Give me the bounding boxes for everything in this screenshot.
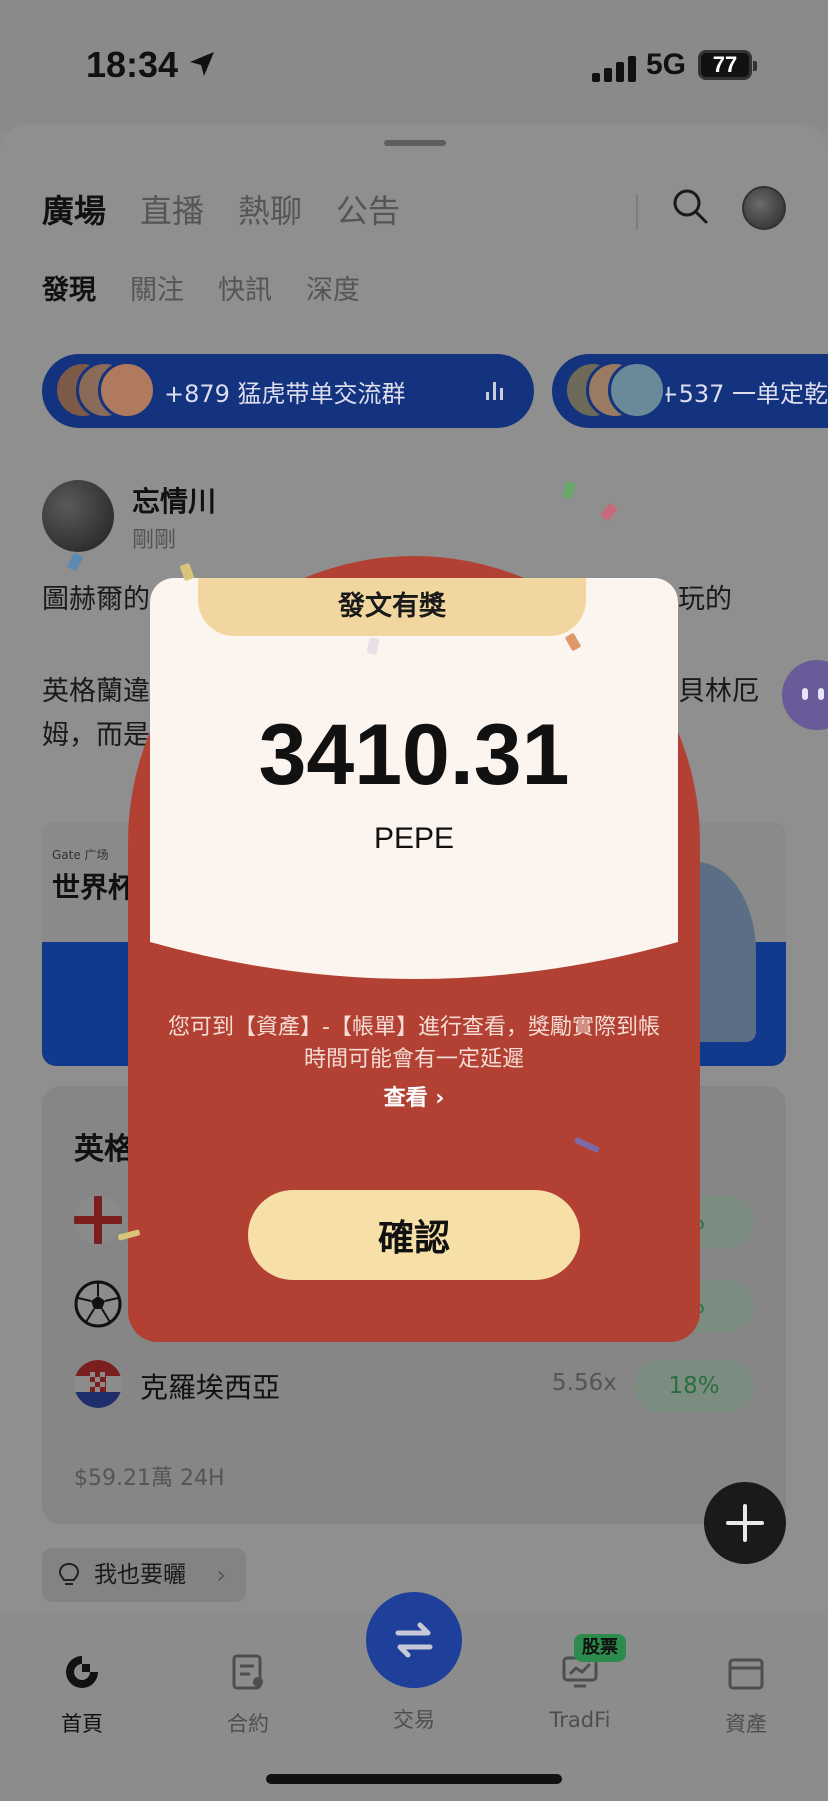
swap-arrows-icon bbox=[395, 1622, 433, 1658]
view-link[interactable]: 查看 › bbox=[128, 1080, 700, 1112]
reward-tab-title: 發文有獎 bbox=[198, 578, 586, 636]
nav-futures[interactable]: 合約 bbox=[188, 1652, 308, 1738]
market-row[interactable]: 克羅埃西亞 5.56x 18% bbox=[74, 1356, 764, 1416]
reward-unit: PEPE bbox=[373, 822, 455, 855]
market-option-name: 克羅埃西亞 bbox=[140, 1371, 281, 1404]
sub-tabs: 發現 關注 快訊 深度 bbox=[42, 268, 360, 307]
england-flag-icon bbox=[74, 1196, 122, 1244]
share-chip-label: 我也要曬 bbox=[94, 1562, 186, 1588]
home-logo-icon bbox=[66, 1656, 98, 1688]
reward-note: 您可到【資產】-【帳單】進行查看，獎勵實際到帳時間可能會有一定延遲 bbox=[168, 1015, 660, 1072]
nav-assets-label: 資產 bbox=[725, 1712, 767, 1736]
banner-brand: Gate 广场 bbox=[52, 848, 109, 862]
battery-icon: 77 bbox=[698, 50, 757, 80]
group-chat-label: +879 猛虎带单交流群 bbox=[164, 379, 406, 408]
market-volume: $59.21萬 24H bbox=[74, 1466, 225, 1491]
nav-home[interactable]: 首頁 bbox=[22, 1652, 142, 1738]
reward-card-curve bbox=[150, 886, 678, 979]
nav-tradfi[interactable]: TradFi bbox=[520, 1652, 640, 1732]
post-author-name[interactable]: 忘情川 bbox=[132, 480, 216, 520]
reward-modal: 發文有獎 3410.31 PEPE 您可到【資產】-【帳單】進行查看，獎勵實際到… bbox=[66, 480, 700, 1342]
create-post-button[interactable] bbox=[704, 1482, 786, 1564]
group-chat-label: +537 一单定乾 bbox=[658, 379, 828, 408]
lightbulb-icon bbox=[58, 1562, 80, 1585]
tab-plaza[interactable]: 廣場 bbox=[42, 186, 106, 232]
confirm-button[interactable]: 確認 bbox=[248, 1190, 580, 1280]
status-time: 18:34 bbox=[86, 44, 179, 85]
main-tabs: 廣場 直播 熱聊 公告 bbox=[42, 186, 400, 232]
header-divider bbox=[636, 194, 638, 230]
sheet-grabber[interactable] bbox=[384, 140, 446, 146]
group-member-avatars bbox=[564, 361, 666, 421]
nav-futures-label: 合約 bbox=[227, 1712, 269, 1736]
banner-title: 世界杯 bbox=[52, 871, 137, 904]
post-author-avatar[interactable] bbox=[42, 480, 114, 552]
home-indicator bbox=[266, 1774, 562, 1784]
status-bar: 18:34 5G 77 bbox=[0, 0, 828, 130]
market-title: 英格 bbox=[74, 1132, 134, 1167]
network-label: 5G bbox=[646, 48, 687, 81]
audio-wave-icon bbox=[486, 378, 504, 404]
share-chip[interactable]: 我也要曬 › bbox=[42, 1548, 246, 1602]
group-chat-pill[interactable]: +879 猛虎带单交流群 bbox=[42, 354, 534, 428]
nav-home-label: 首頁 bbox=[61, 1712, 103, 1736]
croatia-flag-icon bbox=[74, 1360, 122, 1408]
market-odds: 5.56x bbox=[552, 1370, 617, 1396]
tab-following[interactable]: 關注 bbox=[130, 268, 184, 307]
futures-doc-icon bbox=[232, 1654, 263, 1690]
tab-flash-news[interactable]: 快訊 bbox=[218, 268, 272, 307]
soccer-ball-icon bbox=[74, 1280, 122, 1328]
nav-assets[interactable]: 資產 bbox=[686, 1652, 806, 1738]
group-chat-pill[interactable]: +537 一单定乾 bbox=[552, 354, 828, 428]
chevron-right-icon: › bbox=[216, 1561, 226, 1589]
market-probability[interactable]: 18% bbox=[634, 1360, 754, 1412]
nav-tradfi-label: TradFi bbox=[549, 1708, 611, 1732]
tab-hot-chat[interactable]: 熱聊 bbox=[238, 186, 302, 232]
group-member-avatars bbox=[54, 361, 164, 421]
tab-discover[interactable]: 發現 bbox=[42, 268, 96, 307]
user-avatar[interactable] bbox=[742, 186, 786, 230]
reward-amount: 3410.31 bbox=[258, 707, 570, 803]
tab-depth[interactable]: 深度 bbox=[306, 268, 360, 307]
tab-live[interactable]: 直播 bbox=[140, 186, 204, 232]
post-time: 剛剛 bbox=[132, 528, 177, 553]
nav-trade-label: 交易 bbox=[393, 1708, 435, 1732]
location-arrow-icon bbox=[190, 52, 214, 76]
trade-button[interactable] bbox=[366, 1592, 462, 1688]
stock-badge: 股票 bbox=[574, 1634, 626, 1662]
tab-announcements[interactable]: 公告 bbox=[336, 186, 400, 232]
search-icon[interactable] bbox=[670, 186, 710, 226]
cell-signal-icon bbox=[592, 56, 636, 82]
wallet-icon bbox=[728, 1658, 764, 1690]
